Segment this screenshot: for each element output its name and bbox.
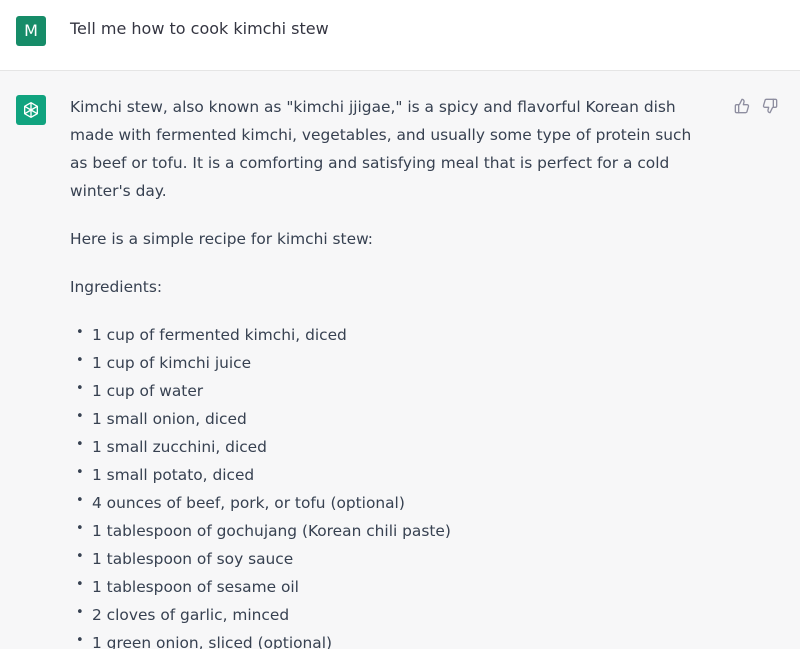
openai-logo-icon [16,95,46,125]
ingredient-item: • 4 ounces of beef, pork, or tofu (option… [70,489,710,517]
ingredient-item: • 1 tablespoon of soy sauce [70,545,710,573]
bullet-marker: • [76,605,84,620]
user-message-text: Tell me how to cook kimchi stew [70,19,329,38]
bullet-marker: • [76,577,84,592]
ingredient-text: 1 tablespoon of soy sauce [92,550,294,568]
ingredient-item: • 2 cloves of garlic, minced [70,601,710,629]
ingredient-item: • 1 cup of kimchi juice [70,349,710,377]
assistant-reply: Kimchi stew, also known as "kimchi jjiga… [70,93,710,649]
bullet-marker: • [76,521,84,536]
bullet-marker: • [76,325,84,340]
bullet-marker: • [76,465,84,480]
ingredient-text: 1 tablespoon of gochujang (Korean chili … [92,522,451,540]
bullet-marker: • [76,493,84,508]
bullet-marker: • [76,353,84,368]
ingredient-item: • 1 small onion, diced [70,405,710,433]
assistant-message-row: Kimchi stew, also known as "kimchi jjiga… [0,71,800,649]
ingredient-item: • 1 green onion, sliced (optional) [70,629,710,649]
bullet-marker: • [76,549,84,564]
ingredient-item: • 1 tablespoon of gochujang (Korean chili… [70,517,710,545]
ingredient-item: • 1 tablespoon of sesame oil [70,573,710,601]
ingredient-text: 1 cup of kimchi juice [92,354,252,372]
reply-intro-paragraph: Kimchi stew, also known as "kimchi jjiga… [70,98,692,200]
ingredient-text: 1 cup of fermented kimchi, diced [92,326,347,344]
ingredient-text: 2 cloves of garlic, minced [92,606,290,624]
ingredient-text: 4 ounces of beef, pork, or tofu (optiona… [92,494,405,512]
bullet-marker: • [76,409,84,424]
ingredient-item: • 1 cup of fermented kimchi, diced [70,321,710,349]
bullet-marker: • [76,381,84,396]
ingredient-text: 1 cup of water [92,382,204,400]
recipe-intro-paragraph: Here is a simple recipe for kimchi stew: [70,230,373,248]
ingredient-text: 1 small onion, diced [92,410,247,428]
feedback-buttons [734,98,778,114]
bullet-marker: • [76,633,84,648]
ingredient-item: • 1 small zucchini, diced [70,433,710,461]
user-avatar: M [16,16,46,46]
ingredient-text: 1 tablespoon of sesame oil [92,578,299,596]
ingredients-list: • 1 cup of fermented kimchi, diced • 1 cup … [70,321,710,649]
bullet-marker: • [76,437,84,452]
ingredients-heading: Ingredients: [70,278,163,296]
ingredient-text: 1 small zucchini, diced [92,438,267,456]
user-message-row: M Tell me how to cook kimchi stew [0,0,800,71]
thumbs-down-icon[interactable] [762,98,778,114]
ingredient-item: • 1 small potato, diced [70,461,710,489]
ingredient-text: 1 green onion, sliced (optional) [92,634,332,649]
ingredient-item: • 1 cup of water [70,377,710,405]
thumbs-up-icon[interactable] [734,98,750,114]
ingredient-text: 1 small potato, diced [92,466,255,484]
